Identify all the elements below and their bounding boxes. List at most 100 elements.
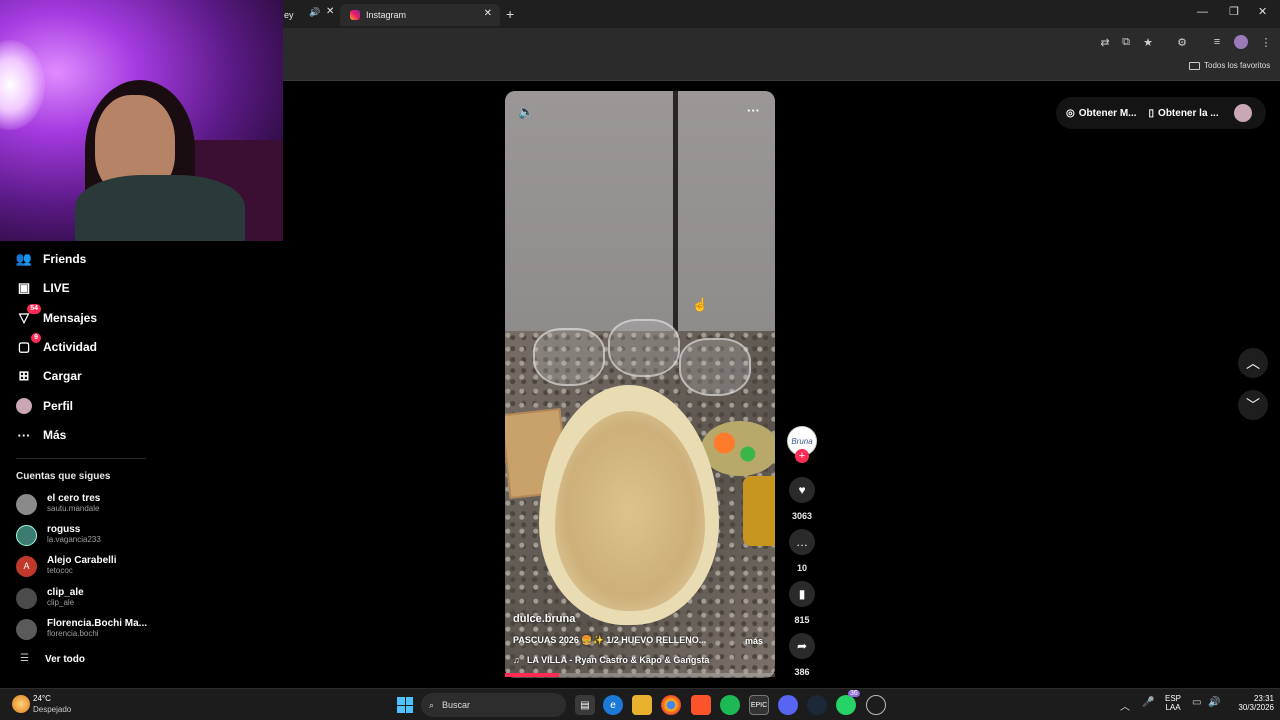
following-account[interactable]: A Alejo Carabelli tetococ (16, 554, 116, 578)
tab-active-title: Instagram (366, 10, 407, 20)
account-handle: clip_ale (47, 598, 75, 607)
avatar: A (16, 555, 37, 577)
translate-icon[interactable]: ⇄ (1098, 35, 1112, 49)
account-handle: florencia.bochi (47, 629, 99, 638)
sidebar-item-profile[interactable]: Perfil (15, 394, 73, 418)
caption-more-link[interactable]: más (745, 636, 763, 646)
follow-plus-icon[interactable]: + (795, 449, 809, 463)
comment-icon[interactable]: … (789, 529, 815, 555)
account-name: clip_ale (47, 587, 84, 598)
user-avatar[interactable] (1234, 104, 1252, 122)
browser-tab-prev[interactable]: ey 🔊 ✕ (284, 4, 336, 26)
whatsapp-badge: 36 (848, 690, 860, 697)
microphone-icon[interactable]: 🎤 (1142, 697, 1154, 708)
network-icon[interactable]: ▭ (1192, 697, 1201, 708)
list-icon: ☰ (20, 653, 29, 664)
video-username[interactable]: dulce.bruna (513, 613, 575, 625)
following-account[interactable]: Florencia.Bochi Ma... florencia.bochi (16, 617, 147, 641)
following-title: Cuentas que sigues (16, 471, 111, 482)
lang-bottom: LAA (1165, 703, 1181, 712)
edge-icon[interactable]: e (603, 695, 623, 715)
clock-time: 23:31 (1253, 694, 1274, 703)
chevron-up-icon[interactable]: ︿ (1120, 698, 1130, 713)
all-bookmarks-link[interactable]: Todos los favoritos (1204, 61, 1270, 70)
spotify-icon[interactable] (720, 695, 740, 715)
like-action[interactable]: ♥ 3063 (789, 477, 815, 521)
avatar (16, 493, 37, 515)
video-player[interactable]: 🔈 ··· dulce.bruna PASCUAS 2026 🍔✨ 1/2 HU… (505, 91, 775, 678)
bookmark-star-icon[interactable]: ★ (1141, 35, 1155, 49)
epic-games-icon[interactable]: EPIC (749, 695, 769, 715)
more-icon: ··· (17, 427, 31, 443)
messages-badge: 54 (27, 304, 41, 314)
profile-avatar-icon[interactable] (1234, 35, 1248, 49)
next-video-button[interactable]: ﹀ (1238, 390, 1268, 420)
weather-icon[interactable] (12, 695, 30, 713)
get-app-button[interactable]: Obtener la ... (1158, 108, 1219, 119)
sidebar-item-more[interactable]: ··· Más (15, 423, 67, 447)
video-caption: PASCUAS 2026 🍔✨ 1/2 HUEVO RELLENO... (513, 635, 707, 645)
discord-icon[interactable] (778, 695, 798, 715)
live-icon: ▣ (17, 280, 31, 295)
weather-desc: Despejado (33, 705, 72, 714)
instagram-icon (350, 10, 360, 20)
cast-icon[interactable]: ⧉ (1119, 35, 1133, 49)
more-options-icon[interactable]: ··· (747, 103, 760, 118)
sidebar-item-label: Friends (43, 252, 87, 266)
heart-icon[interactable]: ♥ (789, 477, 815, 503)
share-icon[interactable]: ➦ (789, 633, 815, 659)
steam-icon[interactable] (807, 695, 827, 715)
activity-badge: 9 (31, 333, 41, 343)
windows-start-icon[interactable] (395, 695, 415, 715)
account-handle: tetococ (47, 566, 73, 575)
sidebar-item-messages[interactable]: ▽ 54 Mensajes (15, 304, 97, 330)
sidebar-item-friends[interactable]: 👥 Friends (15, 247, 86, 271)
account-name: Alejo Carabelli (47, 555, 117, 566)
video-music[interactable]: LA VILLA - Ryan Castro & Kapo & Gangsta (527, 655, 709, 665)
video-progress-bar[interactable] (505, 673, 775, 677)
language-indicator[interactable]: ESP LAA (1165, 694, 1181, 712)
restore-button[interactable]: ❐ (1229, 5, 1239, 18)
share-action[interactable]: ➦ 386 (789, 633, 815, 677)
minimize-button[interactable]: — (1197, 6, 1208, 18)
following-account[interactable]: el cero tres sautu.mandale (16, 492, 100, 516)
clock[interactable]: 23:31 30/3/2026 (1228, 694, 1274, 712)
account-name: el cero tres (47, 493, 101, 504)
speaker-icon: 🔊 (309, 7, 321, 17)
chrome-icon[interactable] (661, 695, 681, 715)
sidebar-item-activity[interactable]: ▢ 9 Actividad (15, 333, 97, 359)
get-coins-button[interactable]: Obtener M... (1079, 108, 1137, 119)
save-count: 815 (794, 615, 810, 625)
menu-dots-icon[interactable]: ⋮ (1259, 35, 1273, 49)
sidebar-item-upload[interactable]: ⊞ Cargar (15, 364, 82, 388)
following-account[interactable]: clip_ale clip_ale (16, 586, 84, 610)
previous-video-button[interactable]: ︿ (1238, 348, 1268, 378)
taskbar: 24°C Despejado ⌕ Buscar ▤ e EPIC 36 ︿ 🎤 … (0, 688, 1280, 720)
sidebar-item-label: Cargar (43, 369, 82, 383)
see-all-link[interactable]: Ver todo (45, 654, 85, 665)
brave-icon[interactable] (691, 695, 711, 715)
window-close-button[interactable]: ✕ (1258, 5, 1267, 18)
account-handle: la.vagancia233 (47, 535, 101, 544)
video-wall-crack (673, 91, 678, 331)
upload-icon: ⊞ (18, 368, 30, 383)
file-explorer-icon[interactable] (632, 695, 652, 715)
save-action[interactable]: ▮ 815 (789, 581, 815, 625)
bookmark-icon[interactable]: ▮ (789, 581, 815, 607)
app-icon[interactable] (866, 695, 886, 715)
volume-icon[interactable]: 🔈 (518, 104, 534, 120)
taskbar-search[interactable]: ⌕ Buscar (421, 693, 566, 717)
tab-prev-title: ey (284, 10, 294, 20)
extensions-icon[interactable]: ⚙ (1175, 35, 1189, 49)
close-icon[interactable]: ✕ (326, 6, 334, 17)
new-tab-button[interactable]: + (506, 6, 514, 22)
comment-action[interactable]: … 10 (789, 529, 815, 573)
sidebar-item-live[interactable]: ▣ LIVE (15, 276, 70, 300)
volume-icon[interactable]: 🔊 (1208, 697, 1220, 708)
browser-tab-instagram[interactable]: Instagram ✕ (340, 4, 500, 26)
whatsapp-icon[interactable]: 36 (836, 690, 860, 715)
following-account[interactable]: roguss la.vagancia233 (16, 523, 101, 547)
close-icon[interactable]: ✕ (484, 8, 492, 19)
task-view-icon[interactable]: ▤ (575, 695, 595, 715)
tab-search-icon[interactable]: ≡ (1210, 35, 1224, 49)
